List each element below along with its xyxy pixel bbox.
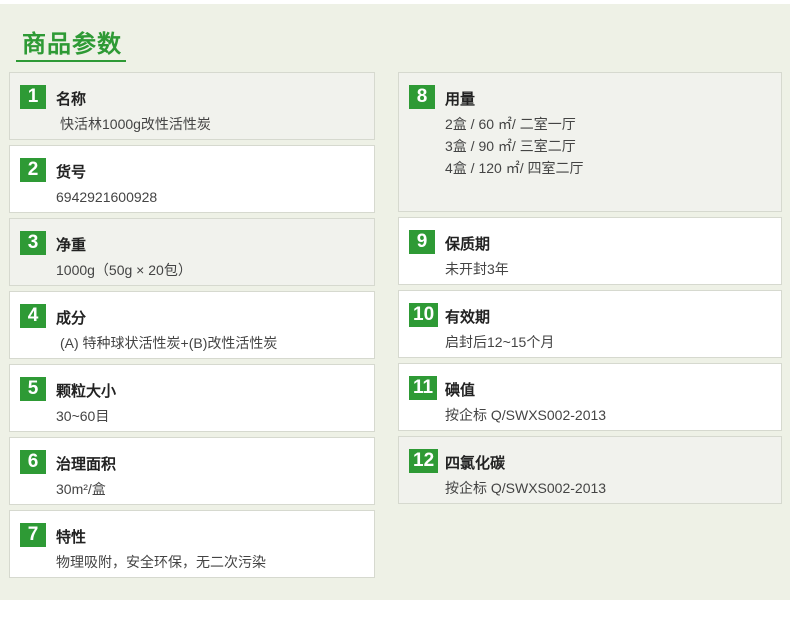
param-label: 颗粒大小	[56, 383, 117, 400]
dosage-line: 4盒 / 120 ㎡/ 四室二厅	[445, 160, 584, 176]
param-label: 治理面积	[56, 456, 117, 473]
param-card-particle-size: 5 颗粒大小 30~60目	[9, 364, 375, 432]
param-value: 6942921600928	[56, 189, 158, 205]
param-label: 净重	[56, 237, 87, 254]
param-value: 30m²/盒	[56, 481, 106, 497]
param-value: 1000g（50g × 20包）	[56, 262, 192, 278]
param-value: 按企标 Q/SWXS002-2013	[445, 480, 607, 496]
param-value: 未开封3年	[445, 261, 509, 277]
param-number: 11	[409, 376, 438, 400]
param-value: 快活林1000g改性活性炭	[60, 116, 211, 132]
param-number: 8	[409, 85, 435, 109]
param-value: 物理吸附，安全环保，无二次污染	[56, 554, 266, 570]
param-number: 5	[20, 377, 46, 401]
param-card-features: 7 特性 物理吸附，安全环保，无二次污染	[9, 510, 375, 578]
dosage-line: 2盒 / 60 ㎡/ 二室一厅	[445, 116, 576, 132]
param-label: 四氯化碳	[445, 455, 506, 472]
param-label: 货号	[56, 164, 87, 181]
param-label: 特性	[56, 529, 87, 546]
param-card-sku: 2 货号 6942921600928	[9, 145, 375, 213]
param-label: 保质期	[445, 236, 491, 253]
section-heading: 商品参数	[16, 22, 126, 62]
param-card-name: 1 名称 快活林1000g改性活性炭	[9, 72, 375, 140]
param-card-dosage: 8 用量 2盒 / 60 ㎡/ 二室一厅 3盒 / 90 ㎡/ 三室二厅 4盒 …	[398, 72, 782, 212]
product-params-panel: 商品参数 1 名称 快活林1000g改性活性炭 2 货号 69429216009…	[0, 4, 790, 600]
param-number: 9	[409, 230, 435, 254]
param-label: 碘值	[445, 382, 476, 399]
section-title: 商品参数	[22, 31, 122, 58]
param-number: 10	[409, 303, 439, 327]
param-number: 1	[20, 85, 46, 109]
param-value: 启封后12~15个月	[445, 334, 555, 350]
param-number: 2	[20, 158, 46, 182]
param-card-coverage: 6 治理面积 30m²/盒	[9, 437, 375, 505]
param-card-net-weight: 3 净重 1000g（50g × 20包）	[9, 218, 375, 286]
param-label: 有效期	[445, 309, 491, 326]
param-value: 按企标 Q/SWXS002-2013	[445, 407, 607, 423]
param-number: 7	[20, 523, 46, 547]
param-label: 名称	[56, 91, 87, 108]
param-value: (A) 特种球状活性炭+(B)改性活性炭	[60, 335, 278, 351]
param-value: 30~60目	[56, 408, 110, 424]
param-card-iodine-value: 11 碘值 按企标 Q/SWXS002-2013	[398, 363, 782, 431]
param-number: 6	[20, 450, 46, 474]
param-card-validity: 10 有效期 启封后12~15个月	[398, 290, 782, 358]
param-label: 用量	[445, 91, 476, 108]
param-number: 3	[20, 231, 46, 255]
param-label: 成分	[56, 310, 87, 327]
param-card-carbon-tetrachloride: 12 四氯化碳 按企标 Q/SWXS002-2013	[398, 436, 782, 504]
param-value-lines: 2盒 / 60 ㎡/ 二室一厅 3盒 / 90 ㎡/ 三室二厅 4盒 / 120…	[445, 113, 583, 179]
param-card-ingredients: 4 成分 (A) 特种球状活性炭+(B)改性活性炭	[9, 291, 375, 359]
param-card-shelf-life: 9 保质期 未开封3年	[398, 217, 782, 285]
param-number: 4	[20, 304, 46, 328]
param-number: 12	[409, 449, 439, 473]
dosage-line: 3盒 / 90 ㎡/ 三室二厅	[445, 138, 576, 154]
